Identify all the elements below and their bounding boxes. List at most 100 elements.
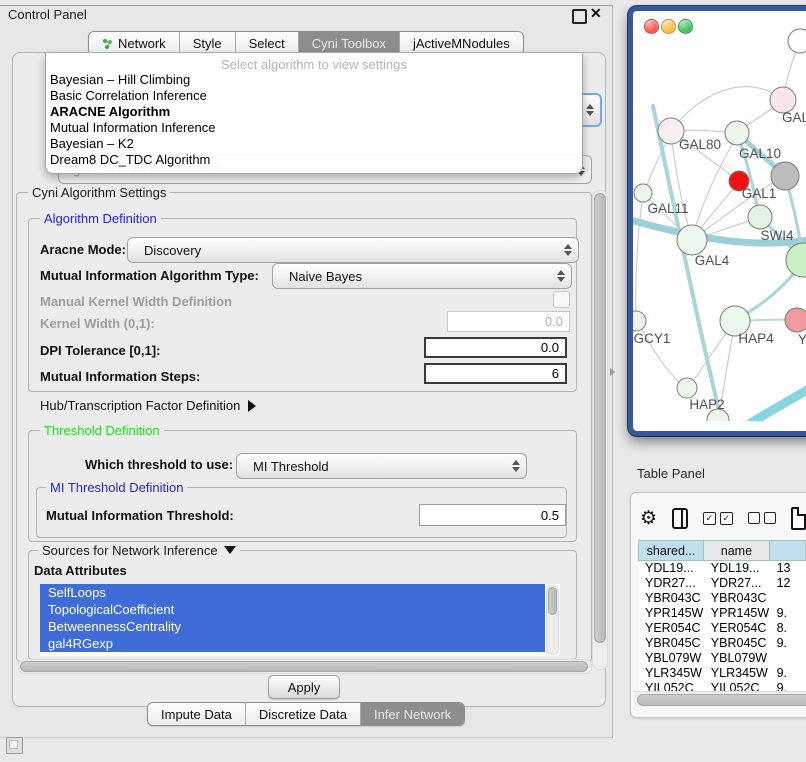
network-node[interactable] xyxy=(677,225,707,255)
algorithm-option[interactable]: Bayesian – K2 xyxy=(46,136,582,152)
settings-group-title: Cyni Algorithm Settings xyxy=(28,185,170,200)
column-header-shared...[interactable]: shared... xyxy=(638,540,704,561)
data-attribute-item[interactable]: gal4RGexp xyxy=(40,635,545,652)
network-edge[interactable] xyxy=(636,195,643,319)
algorithm-option[interactable]: Basic Correlation Inference xyxy=(46,88,582,104)
network-view-window[interactable]: GALGAL80GAL10GAL11GAL1SWI4GAL4GCY1HAP4YH… xyxy=(628,6,806,436)
network-canvas[interactable]: GALGAL80GAL10GAL11GAL1SWI4GAL4GCY1HAP4YH… xyxy=(633,11,806,421)
minimize-traffic-light-icon[interactable] xyxy=(661,19,676,34)
table-row[interactable]: YPR145WYPR145W9. xyxy=(638,606,806,621)
table-row[interactable]: YIL052CYIL052C9. xyxy=(638,681,806,691)
table-cell: 8. xyxy=(770,621,806,636)
column-header-extra[interactable] xyxy=(770,540,806,561)
mi-steps-field[interactable]: 6 xyxy=(424,363,567,384)
table-header-row: shared...name xyxy=(638,540,806,561)
kernel-width-field[interactable]: 0.0 xyxy=(447,311,570,332)
deselect-checkboxes-icon[interactable] xyxy=(748,512,776,524)
table-cell: YDR27... xyxy=(704,576,770,591)
table-toolbar: ⚙ ✓✓ xyxy=(640,503,806,533)
select-checkboxes-icon[interactable]: ✓✓ xyxy=(703,512,733,525)
tab-infer-network[interactable]: Infer Network xyxy=(361,703,464,725)
tab-label: Infer Network xyxy=(374,707,451,722)
algorithm-option[interactable]: ARACNE Algorithm xyxy=(46,104,582,120)
table-row[interactable]: YER054CYER054C8. xyxy=(638,621,806,636)
settings-hscrollbar-thumb[interactable] xyxy=(20,661,588,672)
node-label: GAL11 xyxy=(647,201,688,216)
close-icon[interactable]: ✕ xyxy=(590,5,602,22)
table-row[interactable]: YBR045CYBR045C9. xyxy=(638,636,806,651)
data-attribute-item[interactable]: BetweennessCentrality xyxy=(40,618,545,635)
tab-network[interactable]: Network xyxy=(89,32,180,54)
columns-icon[interactable] xyxy=(672,508,688,529)
network-node[interactable] xyxy=(633,311,646,331)
tab-jactivemnodules[interactable]: jActiveMNodules xyxy=(400,32,523,54)
network-node[interactable] xyxy=(788,29,806,53)
table-cell: 13 xyxy=(770,561,806,576)
table-hscrollbar-thumb[interactable] xyxy=(637,694,806,706)
tab-discretize-data[interactable]: Discretize Data xyxy=(246,703,361,725)
data-attribute-item[interactable]: SelfLoops xyxy=(40,584,545,601)
network-edge[interactable] xyxy=(671,87,783,131)
panel-grip-inner xyxy=(9,740,18,749)
threshold-definition-title: Threshold Definition xyxy=(40,423,164,438)
settings-scrollbar-thumb[interactable] xyxy=(594,193,606,643)
column-header-name[interactable]: name xyxy=(704,540,770,561)
splitter-handle-icon[interactable] xyxy=(610,368,615,376)
network-node[interactable] xyxy=(785,308,806,332)
table-cell: YDL19... xyxy=(638,561,704,576)
manual-kernel-width-checkbox[interactable] xyxy=(553,291,570,308)
apply-button-label: Apply xyxy=(288,680,321,695)
mi-threshold-definition-title: MI Threshold Definition xyxy=(46,480,187,495)
network-node[interactable] xyxy=(634,184,652,202)
algorithm-option[interactable]: Bayesian – Hill Climbing xyxy=(46,72,582,88)
mi-threshold-field[interactable]: 0.5 xyxy=(419,504,566,526)
network-node[interactable] xyxy=(677,378,697,398)
table-cell: YBR043C xyxy=(638,591,704,606)
table-row[interactable]: YDR27...YDR27...12 xyxy=(638,576,806,591)
mi-algorithm-type-combobox[interactable]: Naive Bayes xyxy=(272,263,572,289)
table-row[interactable]: YDL19...YDL19...13 xyxy=(638,561,806,576)
aracne-mode-combobox[interactable]: Discovery xyxy=(127,237,579,263)
dpi-tolerance-label: DPI Tolerance [0,1]: xyxy=(40,343,160,358)
algorithm-option[interactable]: Mutual Information Inference xyxy=(46,120,582,136)
mi-threshold-value: 0.5 xyxy=(541,508,559,523)
sources-title-text: Sources for Network Inference xyxy=(42,543,218,558)
apply-button[interactable]: Apply xyxy=(268,675,340,699)
chevron-right-icon xyxy=(248,400,256,412)
table-cell: YBR045C xyxy=(704,636,770,651)
network-node[interactable] xyxy=(725,121,749,145)
close-traffic-light-icon[interactable] xyxy=(644,19,659,34)
mi-algorithm-type-label: Mutual Information Algorithm Type: xyxy=(40,268,259,283)
combo-stepper-icon xyxy=(580,104,600,116)
table-row[interactable]: YLR345WYLR345W9. xyxy=(638,666,806,681)
table-cell: YBL079W xyxy=(704,651,770,666)
sources-group-title[interactable]: Sources for Network Inference xyxy=(38,543,240,558)
tab-style[interactable]: Style xyxy=(180,32,236,54)
algorithm-option[interactable]: Dream8 DC_TDC Algorithm xyxy=(46,152,582,168)
tab-select[interactable]: Select xyxy=(236,32,299,54)
table-cell: 9. xyxy=(770,606,806,621)
zoom-traffic-light-icon[interactable] xyxy=(678,19,693,34)
network-icon xyxy=(102,38,113,49)
data-attribute-item[interactable]: TopologicalCoefficient xyxy=(40,601,545,618)
node-table: shared...name YDL19...YDL19...13YDR27...… xyxy=(638,540,806,691)
tab-label: Impute Data xyxy=(161,707,232,722)
tab-cyni-toolbox[interactable]: Cyni Toolbox xyxy=(299,32,400,54)
dpi-tolerance-field[interactable]: 0.0 xyxy=(424,337,567,358)
node-label: HAP4 xyxy=(738,331,774,346)
network-edge[interactable] xyxy=(751,385,806,421)
which-threshold-combobox[interactable]: MI Threshold xyxy=(236,453,527,479)
tab-impute-data[interactable]: Impute Data xyxy=(148,703,246,725)
table-cell: YBR045C xyxy=(638,636,704,651)
table-cell: YIL052C xyxy=(638,681,704,691)
document-icon[interactable] xyxy=(791,507,806,530)
gear-icon[interactable]: ⚙ xyxy=(640,509,657,528)
network-node[interactable] xyxy=(748,205,772,229)
float-window-icon[interactable] xyxy=(572,9,587,24)
table-row[interactable]: YBL079WYBL079W xyxy=(638,651,806,666)
hub-definition-expander[interactable]: Hub/Transcription Factor Definition xyxy=(40,398,256,413)
table-row[interactable]: YBR043CYBR043C xyxy=(638,591,806,606)
data-attributes-list[interactable]: SelfLoopsTopologicalCoefficientBetweenne… xyxy=(40,584,560,656)
tab-label: Network xyxy=(118,36,166,51)
attributes-scrollbar-thumb[interactable] xyxy=(548,587,557,615)
